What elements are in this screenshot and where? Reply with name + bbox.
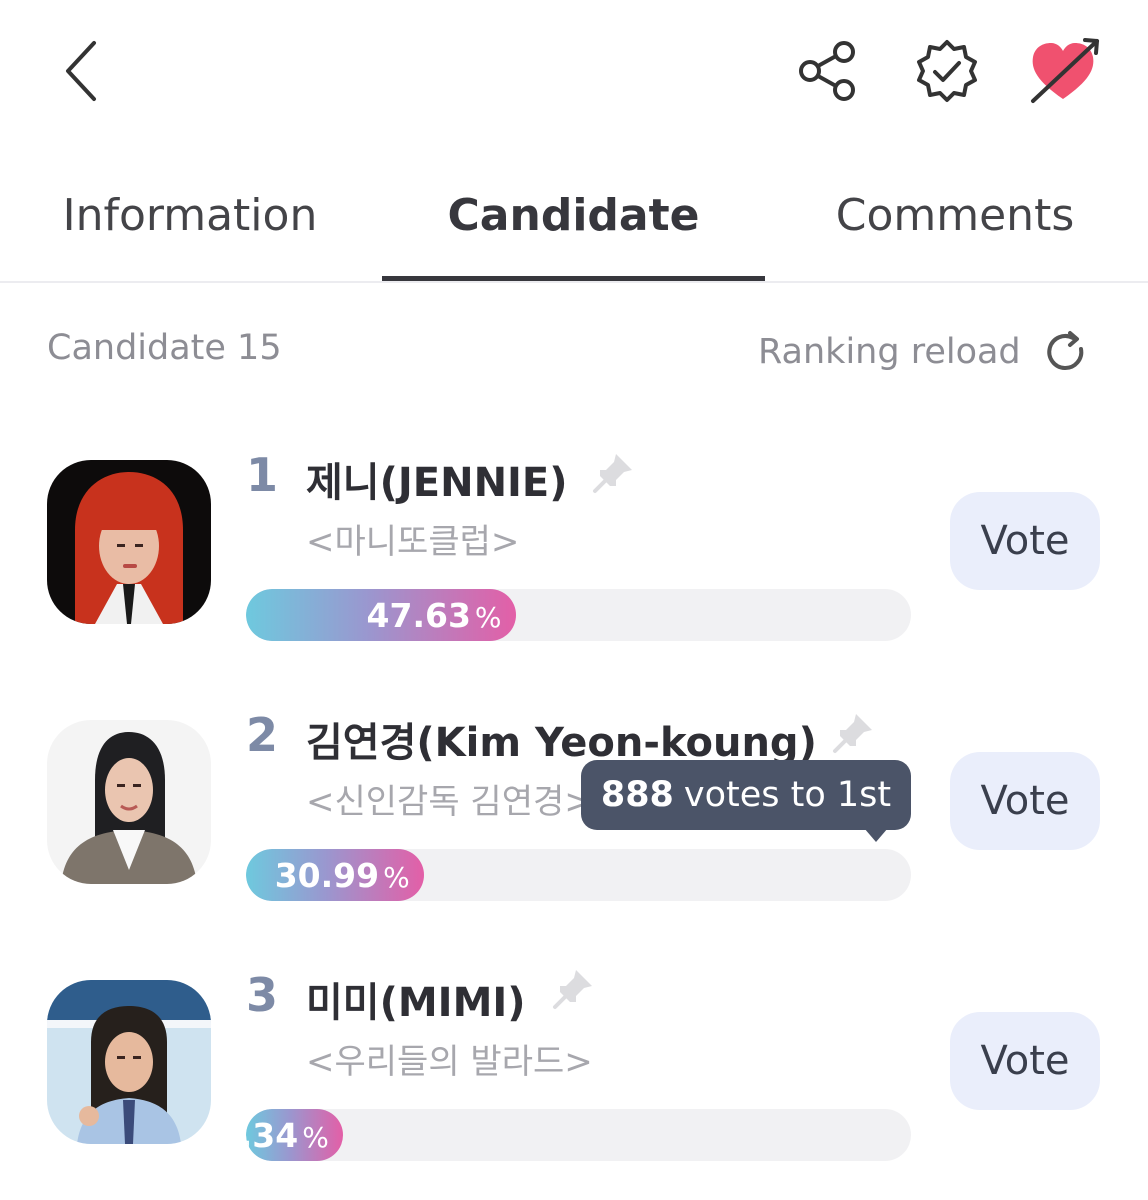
heart-arrow-icon: [1031, 38, 1099, 103]
pin-icon[interactable]: [830, 710, 876, 760]
rank-number: 3: [246, 968, 279, 1022]
pin-icon[interactable]: [550, 966, 596, 1016]
candidate-subtitle: <마니또클럽>: [306, 522, 520, 562]
vote-percent: 30.99%: [274, 855, 410, 895]
candidate-name: 미미(MIMI): [306, 980, 526, 1026]
tab-information[interactable]: Information: [30, 180, 350, 250]
verified-button[interactable]: [912, 36, 982, 106]
votes-gap-number: 888: [600, 775, 674, 815]
vote-button[interactable]: Vote: [950, 1012, 1100, 1110]
candidate-subtitle: <우리들의 발라드>: [306, 1042, 593, 1082]
vote-progress-bar: 47.63%: [246, 589, 911, 641]
avatar-jennie: [47, 460, 211, 624]
vote-progress-fill: 16.34%: [246, 1109, 343, 1161]
reload-icon: [1046, 331, 1083, 370]
ranking-reload-label: Ranking reload: [758, 332, 1021, 372]
vote-button[interactable]: Vote: [950, 752, 1100, 850]
vote-progress-fill: 30.99%: [246, 849, 424, 901]
candidate-subtitle: <신인감독 김연경>: [306, 782, 593, 822]
pin-icon[interactable]: [590, 450, 636, 500]
candidate-row-1: 1 제니(JENNIE) <마니또클럽> 47.63% Vote: [0, 440, 1148, 641]
avatar-mimi: [47, 980, 211, 1144]
avatar-kim-yeon-koung: [47, 720, 211, 884]
chevron-left-icon: [66, 41, 96, 101]
favorite-button[interactable]: [1026, 34, 1104, 106]
candidate-row-2: 2 김연경(Kim Yeon-koung) <신인감독 김연경> 30.99% …: [0, 700, 1148, 901]
tab-candidate[interactable]: Candidate: [382, 180, 765, 250]
votes-gap-tooltip: 888 votes to 1st: [581, 760, 911, 830]
tooltip-tail: [864, 828, 888, 842]
vote-progress-bar: 16.34%: [246, 1109, 911, 1161]
back-button[interactable]: [52, 36, 112, 106]
rank-number: 2: [246, 708, 279, 762]
votes-gap-text: votes to 1st: [683, 775, 892, 815]
tabs-divider: [0, 281, 1148, 283]
tab-comments[interactable]: Comments: [800, 180, 1110, 250]
vote-progress-fill: 47.63%: [246, 589, 516, 641]
share-icon: [799, 41, 855, 101]
vote-percent: 47.63%: [366, 595, 502, 635]
candidate-name: 제니(JENNIE): [306, 460, 568, 506]
ranking-reload-button[interactable]: Ranking reload: [758, 326, 1089, 378]
vote-button[interactable]: Vote: [950, 492, 1100, 590]
vote-progress-bar: 30.99%: [246, 849, 911, 901]
share-button[interactable]: [796, 38, 860, 104]
vote-percent: 16.34%: [246, 1115, 329, 1155]
candidate-row-3: 3 미미(MIMI) <우리들의 발라드> 16.34% Vote: [0, 960, 1148, 1161]
candidate-count: Candidate 15: [47, 328, 282, 368]
rank-number: 1: [246, 448, 279, 502]
badge-check-icon: [917, 40, 977, 102]
